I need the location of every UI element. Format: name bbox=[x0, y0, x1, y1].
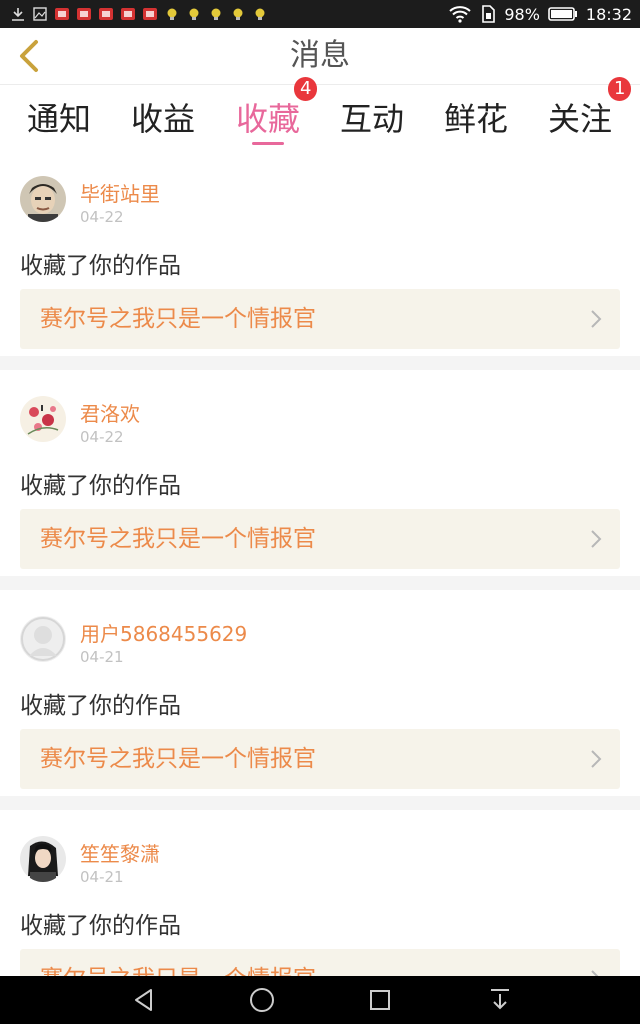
lightbulb-icon bbox=[189, 8, 199, 20]
battery-percent: 98% bbox=[504, 4, 540, 24]
chevron-right-icon bbox=[591, 310, 602, 328]
username[interactable]: 君洛欢 bbox=[80, 398, 140, 427]
message-card: 笙笙黎潇 04-21 收藏了你的作品 赛尔号之我只是一个情报官 bbox=[0, 810, 640, 976]
avatar[interactable] bbox=[20, 396, 66, 442]
system-nav-bar bbox=[0, 976, 640, 1024]
username[interactable]: 笙笙黎潇 bbox=[80, 838, 160, 867]
message-text: 收藏了你的作品 bbox=[20, 913, 181, 939]
message-date: 04-21 bbox=[80, 648, 124, 666]
default-avatar-icon bbox=[20, 616, 66, 662]
gallery-icon bbox=[33, 7, 47, 21]
status-system: 98% 18:32 bbox=[448, 0, 632, 28]
tab-label: 收益 bbox=[130, 100, 195, 138]
triangle-back-icon bbox=[135, 989, 152, 1011]
message-date: 04-22 bbox=[80, 428, 124, 446]
avatar-image bbox=[20, 836, 66, 882]
status-notifications bbox=[10, 0, 268, 28]
message-date: 04-21 bbox=[80, 868, 124, 886]
work-link[interactable]: 赛尔号之我只是一个情报官 bbox=[20, 289, 620, 349]
tab-badge: 4 bbox=[294, 77, 318, 101]
username[interactable]: 毕街站里 bbox=[80, 178, 160, 207]
circle-home-icon bbox=[250, 988, 274, 1012]
nav-home-button[interactable] bbox=[232, 976, 292, 1024]
page-title: 消息 bbox=[290, 38, 350, 73]
app-notification-icon bbox=[99, 8, 113, 20]
status-bar: 98% 18:32 bbox=[0, 0, 640, 28]
message-date: 04-22 bbox=[80, 208, 124, 226]
message-text: 收藏了你的作品 bbox=[20, 473, 181, 499]
tab-favorites[interactable]: 收藏 4 bbox=[218, 77, 318, 149]
tab-label: 关注 bbox=[547, 100, 612, 138]
tab-flowers[interactable]: 鲜花 bbox=[426, 85, 526, 149]
chevron-right-icon bbox=[591, 970, 599, 976]
clock: 18:32 bbox=[585, 4, 632, 24]
wifi-icon bbox=[449, 6, 471, 23]
work-title: 赛尔号之我只是一个情报官 bbox=[40, 746, 316, 772]
app-notification-icon bbox=[77, 8, 91, 20]
nav-recents-button[interactable] bbox=[350, 976, 410, 1024]
back-button[interactable] bbox=[6, 34, 50, 78]
message-text: 收藏了你的作品 bbox=[20, 253, 181, 279]
nav-notification-shade-button[interactable] bbox=[470, 976, 530, 1024]
app-notification-icon bbox=[143, 8, 157, 20]
work-title: 赛尔号之我只是一个情报官 bbox=[40, 949, 316, 976]
avatar-image bbox=[20, 176, 66, 222]
message-text: 收藏了你的作品 bbox=[20, 693, 181, 719]
download-icon bbox=[12, 8, 24, 21]
tab-earnings[interactable]: 收益 bbox=[113, 85, 213, 149]
battery-icon bbox=[548, 7, 577, 21]
avatar[interactable] bbox=[20, 176, 66, 222]
app-notification-icon bbox=[121, 8, 135, 20]
avatar[interactable] bbox=[20, 616, 66, 662]
header: 消息 bbox=[0, 28, 640, 85]
work-title: 赛尔号之我只是一个情报官 bbox=[40, 306, 316, 332]
sim-card-icon bbox=[482, 5, 496, 23]
lightbulb-icon bbox=[167, 8, 177, 20]
lightbulb-icon bbox=[211, 8, 221, 20]
tab-follows[interactable]: 关注 1 bbox=[530, 77, 632, 149]
work-link[interactable]: 赛尔号之我只是一个情报官 bbox=[20, 509, 620, 569]
lightbulb-icon bbox=[255, 8, 265, 20]
message-card: 用户5868455629 04-21 收藏了你的作品 赛尔号之我只是一个情报官 bbox=[0, 590, 640, 796]
work-link[interactable]: 赛尔号之我只是一个情报官 bbox=[20, 949, 620, 976]
message-card: 君洛欢 04-22 收藏了你的作品 赛尔号之我只是一个情报官 bbox=[0, 370, 640, 576]
tab-interactions[interactable]: 互动 bbox=[322, 85, 422, 149]
square-recents-icon bbox=[370, 990, 390, 1010]
tab-label: 鲜花 bbox=[443, 100, 508, 138]
chevron-right-icon bbox=[591, 750, 602, 768]
avatar[interactable] bbox=[20, 836, 66, 882]
message-list[interactable]: 毕街站里 04-22 收藏了你的作品 赛尔号之我只是一个情报官 君洛欢 04-2… bbox=[0, 150, 640, 976]
chevron-left-icon bbox=[20, 40, 38, 72]
nav-back-button[interactable] bbox=[114, 976, 174, 1024]
message-card: 毕街站里 04-22 收藏了你的作品 赛尔号之我只是一个情报官 bbox=[0, 150, 640, 356]
tab-label: 收藏 bbox=[235, 100, 300, 138]
tab-bar: 通知 收益 收藏 4 互动 鲜花 关注 1 bbox=[0, 77, 640, 149]
tab-notifications[interactable]: 通知 bbox=[9, 85, 109, 149]
work-link[interactable]: 赛尔号之我只是一个情报官 bbox=[20, 729, 620, 789]
tab-label: 互动 bbox=[339, 100, 404, 138]
chevron-right-icon bbox=[591, 530, 602, 548]
username[interactable]: 用户5868455629 bbox=[80, 618, 247, 647]
active-tab-indicator bbox=[252, 142, 284, 145]
lightbulb-icon bbox=[233, 8, 243, 20]
app-notification-icon bbox=[55, 8, 69, 20]
pull-down-icon bbox=[491, 989, 509, 1010]
work-title: 赛尔号之我只是一个情报官 bbox=[40, 526, 316, 552]
avatar-image bbox=[20, 396, 66, 442]
tab-label: 通知 bbox=[26, 100, 91, 138]
tab-badge: 1 bbox=[608, 77, 632, 101]
